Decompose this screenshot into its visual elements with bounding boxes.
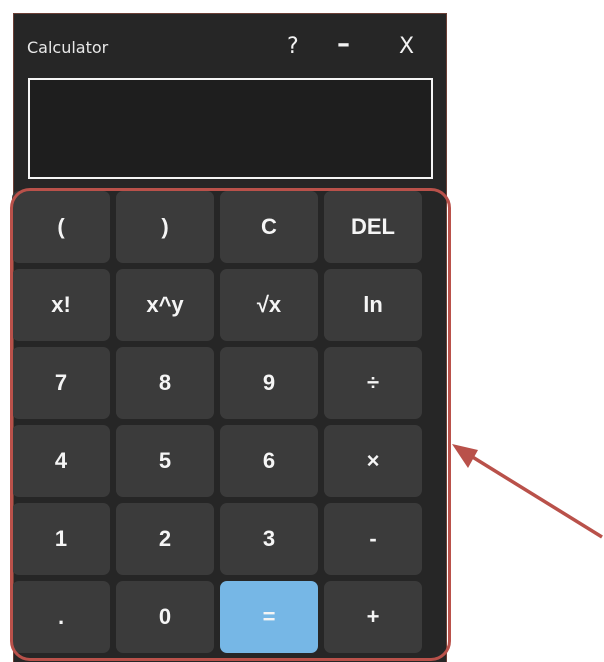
decimal-point-key[interactable]: . <box>12 581 110 653</box>
digit-1-key[interactable]: 1 <box>12 503 110 575</box>
annotation-arrow <box>452 444 603 539</box>
sqrt-key[interactable]: √x <box>220 269 318 341</box>
digit-8-key[interactable]: 8 <box>116 347 214 419</box>
digit-9-key[interactable]: 9 <box>220 347 318 419</box>
calculator-display <box>28 78 433 179</box>
divide-key[interactable]: ÷ <box>324 347 422 419</box>
subtract-key[interactable]: - <box>324 503 422 575</box>
digit-2-key[interactable]: 2 <box>116 503 214 575</box>
digit-6-key[interactable]: 6 <box>220 425 318 497</box>
minimize-button[interactable]: – <box>337 29 350 59</box>
arrow-shaft <box>457 446 603 539</box>
power-key[interactable]: x^y <box>116 269 214 341</box>
help-button[interactable]: ? <box>287 34 299 59</box>
keypad: ( ) C DEL x! x^y √x ln 7 8 9 ÷ 4 5 6 × 1… <box>12 191 422 653</box>
equals-key[interactable]: = <box>220 581 318 653</box>
digit-7-key[interactable]: 7 <box>12 347 110 419</box>
ln-key[interactable]: ln <box>324 269 422 341</box>
window-title: Calculator <box>27 38 109 57</box>
add-key[interactable]: + <box>324 581 422 653</box>
close-paren-key[interactable]: ) <box>116 191 214 263</box>
digit-5-key[interactable]: 5 <box>116 425 214 497</box>
clear-key[interactable]: C <box>220 191 318 263</box>
digit-3-key[interactable]: 3 <box>220 503 318 575</box>
multiply-key[interactable]: × <box>324 425 422 497</box>
digit-0-key[interactable]: 0 <box>116 581 214 653</box>
arrow-head <box>452 444 478 468</box>
digit-4-key[interactable]: 4 <box>12 425 110 497</box>
title-bar[interactable]: Calculator ? – X <box>14 14 446 78</box>
open-paren-key[interactable]: ( <box>12 191 110 263</box>
close-button[interactable]: X <box>399 34 414 59</box>
factorial-key[interactable]: x! <box>12 269 110 341</box>
delete-key[interactable]: DEL <box>324 191 422 263</box>
